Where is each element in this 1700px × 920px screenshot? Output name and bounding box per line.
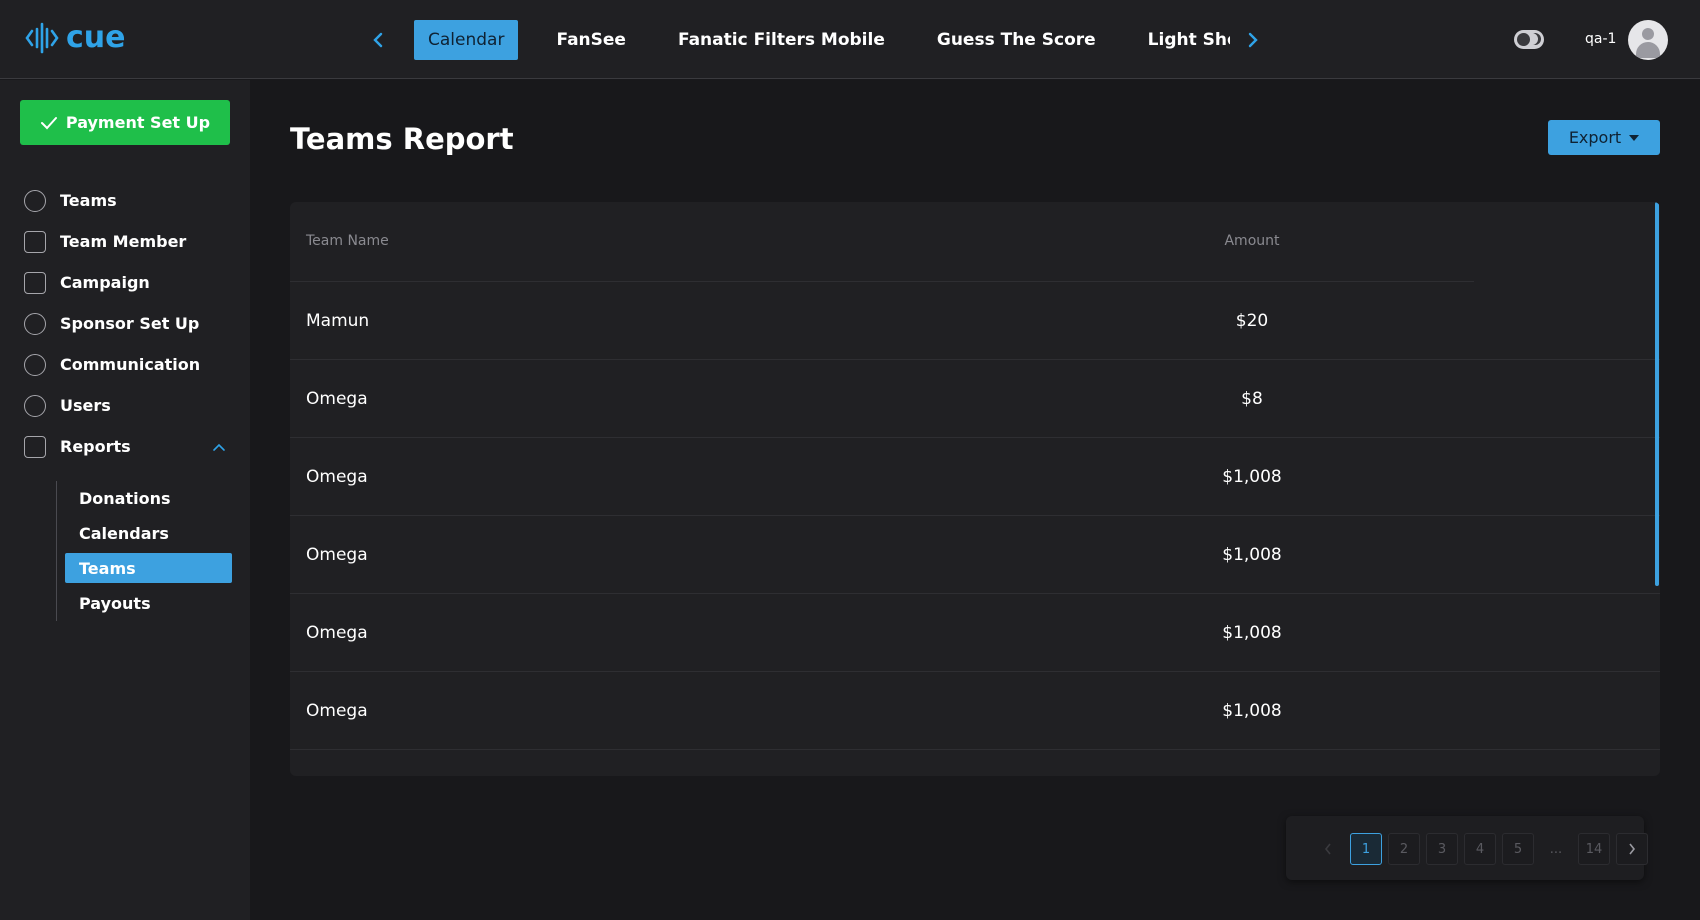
chevron-right-icon [1248, 32, 1258, 48]
sidebar-item-users[interactable]: Users [24, 385, 230, 426]
sidebar-menu: Teams Team Member Campaign Sponsor Set U… [24, 180, 230, 467]
cell-team-name: Omega [306, 623, 368, 643]
tabs-scroll-right-button[interactable] [1241, 26, 1265, 54]
tab-guess-the-score[interactable]: Guess The Score [923, 20, 1110, 60]
cell-amount: $1,008 [1222, 623, 1282, 643]
table-row[interactable]: Omega $1,008 [290, 516, 1660, 594]
cell-amount: $1,008 [1222, 701, 1282, 721]
cell-amount: $1,008 [1222, 545, 1282, 565]
prev-page-button[interactable] [1312, 833, 1344, 865]
column-header-amount[interactable]: Amount [1192, 233, 1312, 249]
export-button[interactable]: Export [1548, 120, 1660, 155]
table-row[interactable]: Omega $1,008 [290, 672, 1660, 750]
moon-icon [1529, 33, 1541, 45]
payment-setup-label: Payment Set Up [65, 113, 211, 132]
cell-amount: $1,008 [1222, 467, 1282, 487]
top-bar: cue Calendar FanSee Fanatic Filters Mobi… [0, 0, 1700, 79]
tabs-scroll-left-button[interactable] [366, 26, 390, 54]
waveform-logo-icon [25, 22, 59, 54]
chevron-left-icon [373, 32, 383, 48]
sidebar-subitem-donations[interactable]: Donations [65, 481, 232, 516]
page-button-4[interactable]: 4 [1464, 833, 1496, 865]
cell-amount: $8 [1241, 389, 1263, 409]
table-row[interactable]: Mamun $20 [290, 282, 1660, 360]
page-button-2[interactable]: 2 [1388, 833, 1420, 865]
table-header: Team Name Amount [290, 202, 1474, 282]
cell-team-name: Mamun [306, 311, 370, 331]
chevron-left-icon [1324, 843, 1331, 855]
teams-table: Team Name Amount Mamun $20 Omega $8 Omeg… [290, 202, 1660, 776]
team-member-icon [24, 230, 46, 253]
cell-team-name: Omega [306, 389, 368, 409]
reports-icon [24, 435, 46, 458]
page-button-3[interactable]: 3 [1426, 833, 1458, 865]
sidebar-item-team-member[interactable]: Team Member [24, 221, 230, 262]
sidebar-subitem-payouts[interactable]: Payouts [65, 586, 232, 621]
reports-submenu: Donations Calendars Teams Payouts [56, 481, 232, 621]
sidebar-subitem-calendars[interactable]: Calendars [65, 516, 232, 551]
app-tabs: Calendar FanSee Fanatic Filters Mobile G… [414, 20, 1230, 60]
sidebar-item-sponsor-set-up[interactable]: Sponsor Set Up [24, 303, 230, 344]
sidebar-item-label: Sponsor Set Up [60, 314, 200, 333]
chevron-up-icon [213, 443, 225, 451]
sidebar-item-teams[interactable]: Teams [24, 180, 230, 221]
caret-down-icon [1629, 134, 1640, 141]
tab-calendar[interactable]: Calendar [414, 20, 519, 60]
page-ellipsis: ... [1549, 841, 1563, 857]
page-button-5[interactable]: 5 [1502, 833, 1534, 865]
sidebar-item-label: Teams [60, 191, 117, 210]
table-scrollbar[interactable] [1655, 202, 1659, 586]
pager: 1 2 3 4 5 ... 14 [1312, 833, 1648, 865]
page-title: Teams Report [290, 122, 514, 156]
table-body: Mamun $20 Omega $8 Omega $1,008 Omega $1… [290, 282, 1660, 750]
sidebar-subitem-teams[interactable]: Teams [65, 553, 232, 583]
next-page-button[interactable] [1616, 833, 1648, 865]
sidebar-item-label: Communication [60, 355, 201, 374]
sidebar: Payment Set Up Teams Team Member Campaig… [0, 80, 250, 920]
column-header-team-name[interactable]: Team Name [306, 233, 389, 249]
avatar-head [1642, 28, 1654, 40]
teams-icon [24, 189, 46, 212]
table-row[interactable]: Omega $1,008 [290, 594, 1660, 672]
sidebar-item-communication[interactable]: Communication [24, 344, 230, 385]
payment-setup-button[interactable]: Payment Set Up [20, 100, 230, 145]
sidebar-item-label: Team Member [60, 232, 187, 251]
cell-amount: $20 [1235, 311, 1269, 331]
theme-toggle[interactable] [1514, 30, 1544, 49]
sidebar-item-label: Users [60, 396, 111, 415]
cell-team-name: Omega [306, 467, 368, 487]
sponsor-icon [24, 312, 46, 335]
campaign-icon [24, 271, 46, 294]
users-icon [24, 394, 46, 417]
tab-light-show[interactable]: Light Show [1134, 20, 1230, 60]
chevron-right-icon [1629, 843, 1636, 855]
page-button-14[interactable]: 14 [1578, 833, 1610, 865]
sidebar-item-campaign[interactable]: Campaign [24, 262, 230, 303]
cell-team-name: Omega [306, 545, 368, 565]
sidebar-item-label: Campaign [60, 273, 150, 292]
sidebar-item-reports[interactable]: Reports [24, 426, 230, 467]
avatar[interactable] [1628, 20, 1668, 60]
sidebar-item-label: Reports [60, 437, 131, 456]
tab-fansee[interactable]: FanSee [542, 20, 640, 60]
logo[interactable]: cue [24, 20, 126, 56]
table-row[interactable]: Omega $8 [290, 360, 1660, 438]
username[interactable]: qa-1 [1585, 31, 1616, 47]
avatar-body [1636, 42, 1660, 58]
tab-fanatic-filters-mobile[interactable]: Fanatic Filters Mobile [664, 20, 899, 60]
export-label: Export [1568, 128, 1622, 147]
table-row[interactable]: Omega $1,008 [290, 438, 1660, 516]
logo-text: cue [66, 20, 126, 55]
cell-team-name: Omega [306, 701, 368, 721]
page-button-1[interactable]: 1 [1350, 833, 1382, 865]
communication-icon [24, 353, 46, 376]
check-icon [40, 116, 57, 129]
pagination: 1 2 3 4 5 ... 14 [1286, 816, 1648, 880]
